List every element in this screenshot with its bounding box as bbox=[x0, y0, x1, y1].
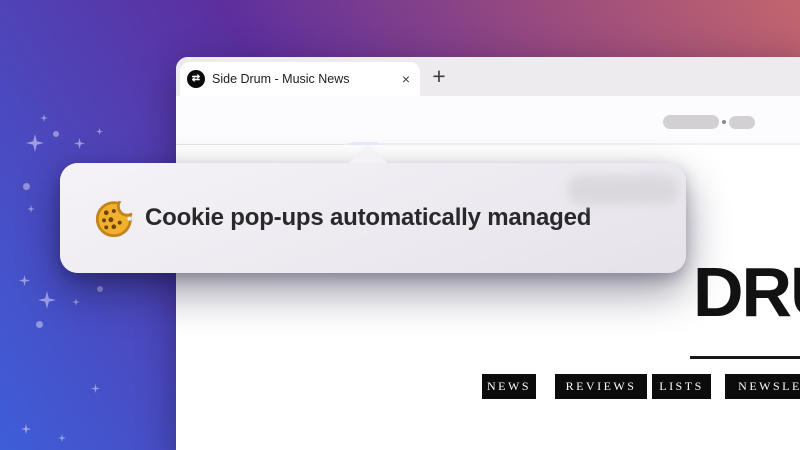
nav-item-lists[interactable]: LISTS bbox=[652, 374, 711, 399]
masthead-rule bbox=[690, 356, 800, 359]
tab-title: Side Drum - Music News bbox=[212, 72, 398, 86]
sparkle-icon bbox=[26, 134, 44, 152]
popup-frosted-blur bbox=[567, 175, 679, 205]
nav-item-reviews[interactable]: REVIEWS bbox=[555, 374, 647, 399]
sparkle-dot bbox=[23, 183, 30, 190]
nav-item-newsletter[interactable]: NEWSLETTER bbox=[725, 374, 800, 399]
browser-toolbar bbox=[176, 96, 800, 145]
cookie-popup: Cookie pop-ups automatically managed bbox=[60, 163, 686, 273]
sparkle-icon bbox=[40, 114, 48, 122]
sparkle-icon bbox=[72, 298, 80, 306]
toolbar-placeholder-pill bbox=[729, 116, 755, 129]
site-favicon-icon: ⇄ bbox=[187, 70, 205, 88]
new-tab-button[interactable]: + bbox=[426, 60, 452, 92]
sparkle-icon bbox=[58, 434, 66, 442]
cookie-emoji-icon bbox=[94, 197, 136, 239]
toolbar-placeholder-dot bbox=[722, 120, 726, 124]
sparkle-icon bbox=[74, 138, 85, 149]
sparkle-icon bbox=[38, 291, 56, 309]
tab-close-icon[interactable]: × bbox=[402, 72, 410, 86]
sparkle-dot bbox=[97, 286, 103, 292]
desktop-background: ⇄ Side Drum - Music News × + bbox=[0, 0, 800, 450]
sparkle-dot bbox=[53, 131, 59, 137]
sparkle-icon bbox=[19, 275, 30, 286]
tab-bar: ⇄ Side Drum - Music News × + bbox=[176, 57, 800, 96]
site-masthead: DRUM bbox=[693, 257, 800, 327]
toolbar-placeholder-pill bbox=[663, 115, 719, 129]
tab-side-drum[interactable]: ⇄ Side Drum - Music News × bbox=[180, 62, 420, 96]
sparkle-icon bbox=[27, 205, 35, 213]
sparkle-icon bbox=[91, 384, 100, 393]
popup-message: Cookie pop-ups automatically managed bbox=[145, 204, 591, 232]
sparkle-icon bbox=[96, 128, 103, 135]
sparkle-dot bbox=[36, 321, 43, 328]
nav-item-news[interactable]: NEWS bbox=[482, 374, 536, 399]
popup-body: Cookie pop-ups automatically managed bbox=[60, 163, 686, 273]
sparkle-icon bbox=[21, 424, 31, 434]
